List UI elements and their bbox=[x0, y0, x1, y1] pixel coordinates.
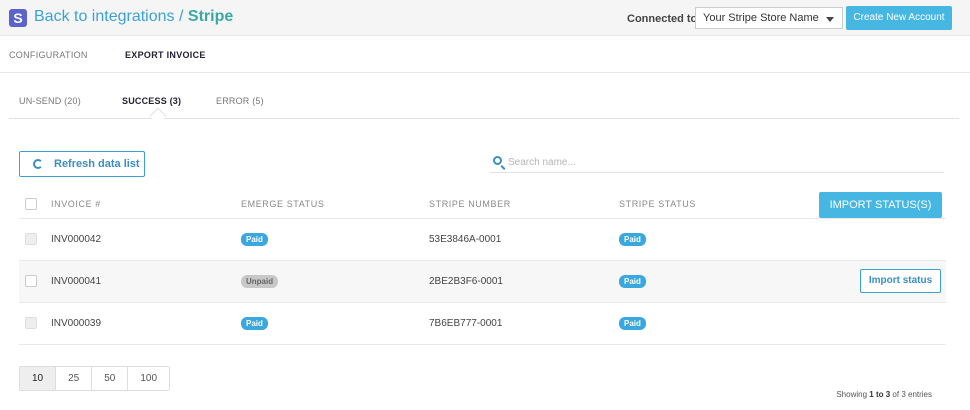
invoice-number: INV000042 bbox=[51, 234, 102, 245]
stripe-status-badge: Paid bbox=[619, 233, 646, 246]
chevron-down-icon bbox=[826, 17, 834, 22]
main-tabs: CONFIGURATION EXPORT INVOICE bbox=[0, 37, 970, 73]
table-row: INV000039 Paid 7B6EB777-0001 Paid bbox=[19, 303, 946, 345]
emerge-status-badge: Unpaid bbox=[241, 275, 279, 288]
invoice-table: INVOICE # EMERGE STATUS STRIPE NUMBER ST… bbox=[19, 190, 946, 345]
breadcrumb-current: Stripe bbox=[187, 8, 234, 25]
refresh-icon bbox=[33, 159, 43, 169]
table-row: INV000042 Paid 53E3846A-0001 Paid bbox=[19, 219, 946, 261]
row-checkbox[interactable] bbox=[25, 275, 37, 287]
column-header-stripe-status: STRIPE STATUS bbox=[619, 199, 696, 209]
row-checkbox[interactable] bbox=[25, 317, 37, 329]
page-size-selector: 10 25 50 100 bbox=[19, 366, 171, 391]
tab-un-send[interactable]: UN-SEND (20) bbox=[19, 96, 81, 106]
emerge-status-badge: Paid bbox=[241, 317, 268, 330]
stripe-status-badge: Paid bbox=[619, 275, 646, 288]
store-select[interactable]: Your Stripe Store Name bbox=[695, 7, 843, 29]
stripe-number: 53E3846A-0001 bbox=[429, 234, 502, 245]
page-size-10[interactable]: 10 bbox=[20, 367, 57, 390]
breadcrumb-separator: / bbox=[178, 8, 184, 25]
table-header-row: INVOICE # EMERGE STATUS STRIPE NUMBER ST… bbox=[19, 190, 946, 219]
back-to-integrations-link[interactable]: Back to integrations bbox=[34, 8, 175, 25]
tab-success[interactable]: SUCCESS (3) bbox=[122, 96, 181, 106]
create-new-account-button[interactable]: Create New Account bbox=[846, 6, 952, 30]
tab-error[interactable]: ERROR (5) bbox=[216, 96, 264, 106]
stripe-number: 2BE2B3F6-0001 bbox=[429, 276, 503, 287]
page-size-100[interactable]: 100 bbox=[128, 367, 170, 390]
search-input[interactable] bbox=[508, 154, 928, 170]
stripe-status-badge: Paid bbox=[619, 317, 646, 330]
entries-range-end: 3 bbox=[885, 390, 891, 399]
stripe-logo-icon: S bbox=[9, 9, 27, 27]
row-checkbox[interactable] bbox=[25, 233, 37, 245]
search-box bbox=[490, 151, 944, 173]
invoice-number: INV000039 bbox=[51, 318, 102, 329]
tab-export-invoice[interactable]: EXPORT INVOICE bbox=[125, 50, 206, 60]
stripe-number: 7B6EB777-0001 bbox=[429, 318, 503, 329]
top-header: S Back to integrations / Stripe Connecte… bbox=[0, 0, 970, 36]
active-tab-pointer bbox=[149, 107, 167, 125]
invoice-number: INV000041 bbox=[51, 276, 102, 287]
entries-suffix: of 3 entries bbox=[892, 390, 932, 399]
column-header-invoice: INVOICE # bbox=[51, 199, 101, 209]
sub-tabs: UN-SEND (20) SUCCESS (3) ERROR (5) bbox=[9, 86, 959, 125]
breadcrumb: Back to integrations / Stripe bbox=[34, 8, 233, 26]
emerge-status-badge: Paid bbox=[241, 233, 268, 246]
search-icon bbox=[493, 156, 502, 165]
column-header-stripe-number: STRIPE NUMBER bbox=[429, 199, 511, 209]
page-size-25[interactable]: 25 bbox=[56, 367, 93, 390]
column-header-emerge-status: EMERGE STATUS bbox=[241, 199, 325, 209]
store-select-value: Your Stripe Store Name bbox=[703, 12, 819, 24]
import-status-button[interactable]: Import status bbox=[860, 269, 941, 293]
tab-configuration[interactable]: CONFIGURATION bbox=[9, 50, 88, 60]
entries-info: Showing 1 to 3 of 3 entries bbox=[836, 390, 932, 399]
refresh-data-list-button[interactable]: Refresh data list bbox=[19, 151, 145, 177]
import-statuses-button[interactable]: IMPORT STATUS(S) bbox=[819, 192, 942, 218]
refresh-label: Refresh data list bbox=[54, 158, 140, 170]
select-all-checkbox[interactable] bbox=[25, 198, 37, 210]
entries-prefix: Showing bbox=[836, 390, 868, 399]
entries-range-start: 1 bbox=[869, 390, 874, 399]
table-row: INV000041 Unpaid 2BE2B3F6-0001 Paid Impo… bbox=[19, 261, 946, 303]
entries-range-to: to bbox=[875, 390, 884, 399]
connected-to-label: Connected to: bbox=[627, 13, 701, 25]
page-size-50[interactable]: 50 bbox=[92, 367, 129, 390]
